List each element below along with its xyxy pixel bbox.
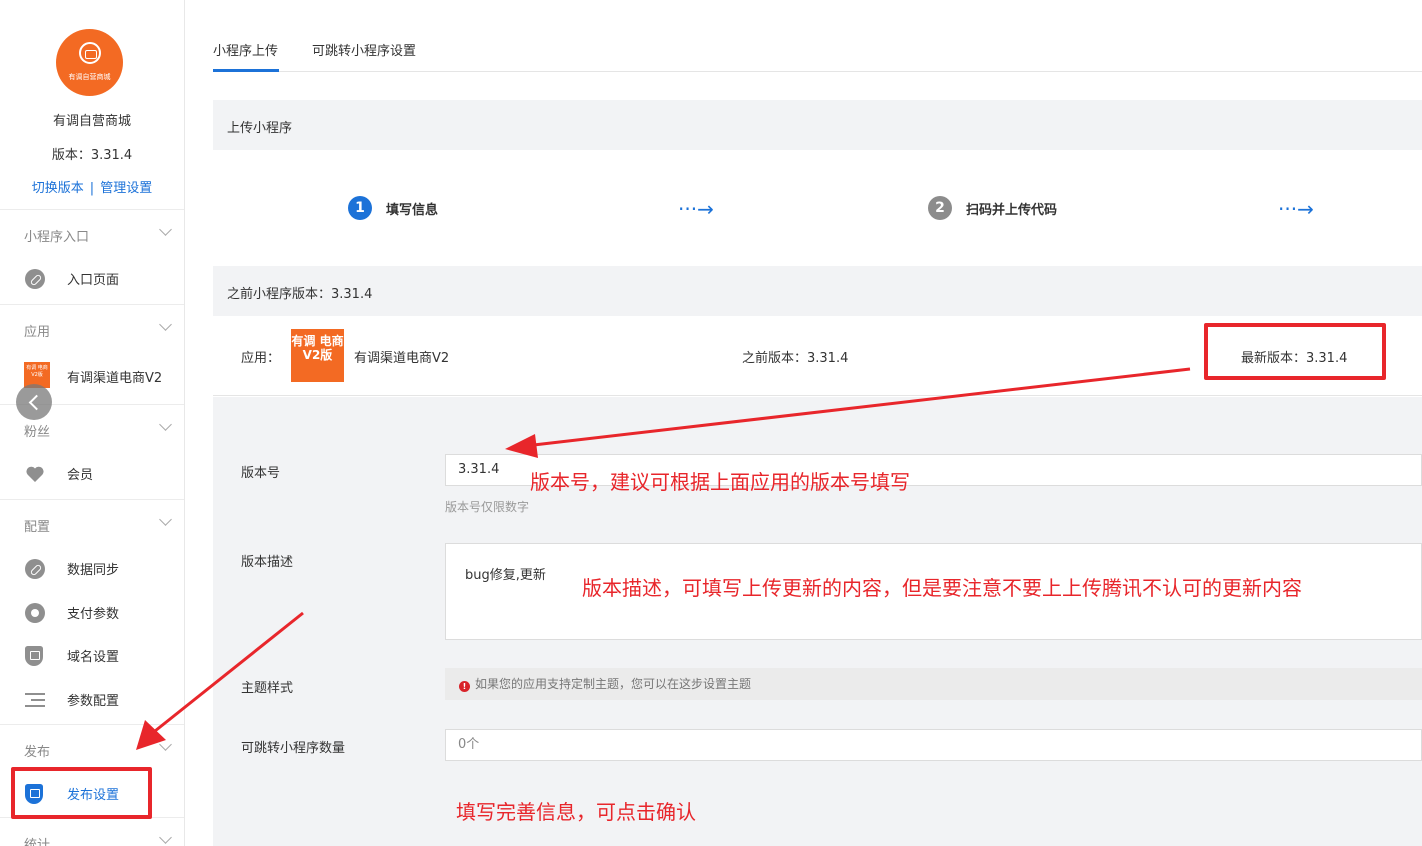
annotation-description-note: 版本描述，可填写上传更新的内容，但是要注意不要上上传腾讯不认可的更新内容 xyxy=(582,576,1302,600)
annotation-arrow-line xyxy=(149,611,304,737)
annotation-confirm-note: 填写完善信息，可点击确认 xyxy=(456,800,696,824)
annotation-version-note: 版本号，建议可根据上面应用的版本号填写 xyxy=(530,470,910,494)
annotation-arrows xyxy=(136,367,1191,750)
annotation-arrow-line xyxy=(524,367,1191,448)
annotation-arrowhead xyxy=(505,434,538,458)
